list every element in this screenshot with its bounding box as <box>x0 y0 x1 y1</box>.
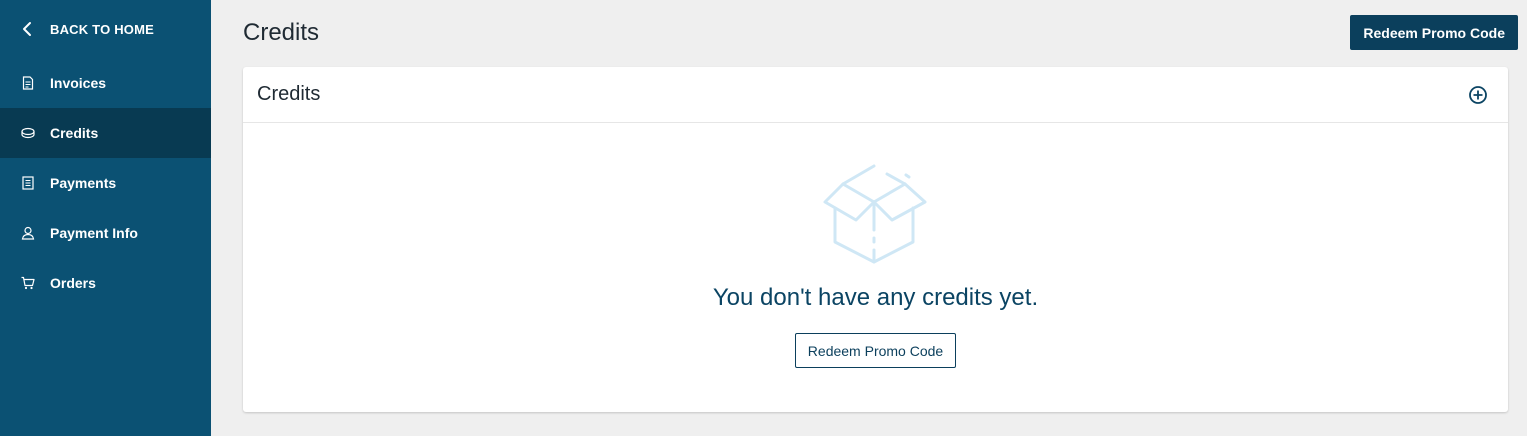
sidebar-item-credits[interactable]: Credits <box>0 108 211 158</box>
main-content: Credits Redeem Promo Code Credits You do… <box>211 0 1527 436</box>
invoice-icon <box>21 76 35 90</box>
empty-state-message: You don't have any credits yet. <box>712 284 1039 311</box>
sidebar-item-payments[interactable]: Payments <box>0 158 211 208</box>
add-circle-icon[interactable] <box>1468 85 1488 105</box>
sidebar-item-label: Payment Info <box>50 225 138 241</box>
sidebar-item-label: Credits <box>50 125 99 141</box>
app-root: BACK TO HOME Invoices Credits Payments P <box>0 0 1527 436</box>
user-card-icon <box>21 226 35 240</box>
receipt-icon <box>21 176 35 190</box>
redeem-promo-code-secondary-button[interactable]: Redeem Promo Code <box>794 333 957 368</box>
sidebar-item-invoices[interactable]: Invoices <box>0 58 211 108</box>
sidebar-item-label: Orders <box>50 275 96 291</box>
sidebar-item-label: Invoices <box>50 75 107 91</box>
open-box-icon <box>821 162 931 266</box>
back-to-home-link[interactable]: BACK TO HOME <box>0 0 211 58</box>
redeem-promo-code-button[interactable]: Redeem Promo Code <box>1350 15 1518 50</box>
chevron-left-icon <box>22 21 34 37</box>
back-to-home-label: BACK TO HOME <box>50 21 154 37</box>
page-title: Credits <box>243 18 320 46</box>
empty-state: You don't have any credits yet. Redeem P… <box>243 123 1508 368</box>
sidebar-item-payment-info[interactable]: Payment Info <box>0 208 211 258</box>
credits-card: Credits You don't have any credits yet. … <box>243 67 1508 412</box>
cart-icon <box>21 276 35 290</box>
sidebar-item-orders[interactable]: Orders <box>0 258 211 308</box>
coin-icon <box>21 126 35 140</box>
card-header: Credits <box>243 67 1508 123</box>
page-header: Credits Redeem Promo Code <box>243 0 1518 67</box>
sidebar: BACK TO HOME Invoices Credits Payments P <box>0 0 211 436</box>
sidebar-item-label: Payments <box>50 175 117 191</box>
card-title: Credits <box>257 83 321 105</box>
